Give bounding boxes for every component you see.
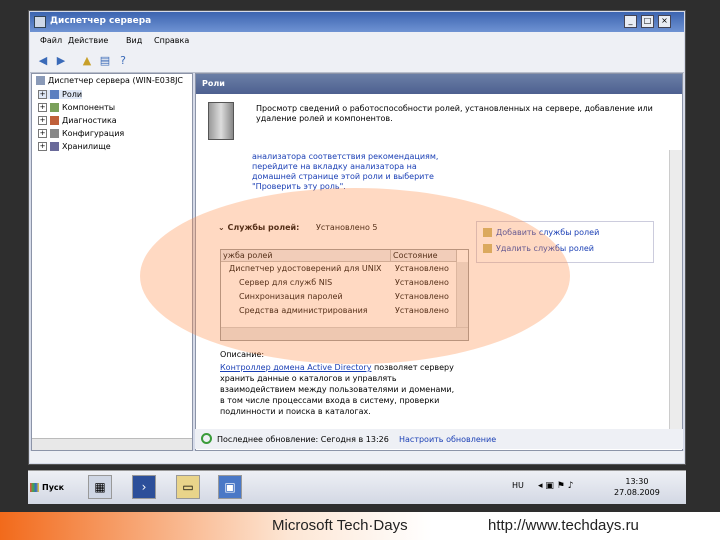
language-indicator[interactable]: HU	[512, 481, 524, 490]
diagnostics-icon	[50, 116, 59, 125]
tree-item-storage[interactable]: + Хранилище	[38, 142, 111, 151]
network-icon[interactable]: ▣	[545, 481, 554, 491]
menu-help[interactable]: Справка	[154, 36, 189, 45]
column-header-service[interactable]: ужба ролей	[221, 250, 391, 262]
taskbar: Пуск ▦ › ▭ ▣ HU ◂ ▣ ⚑ ♪ 13:30 27.08.2009	[28, 470, 686, 504]
app-icon	[34, 16, 46, 28]
start-button[interactable]: Пуск	[30, 477, 72, 499]
add-role-services-link[interactable]: Добавить службы ролей	[483, 228, 599, 237]
expand-icon[interactable]: +	[38, 103, 47, 112]
tree-root[interactable]: Диспетчер сервера (WIN-E038JC	[36, 76, 183, 85]
tree-root-label: Диспетчер сервера (WIN-E038JC	[48, 76, 184, 85]
maximize-button[interactable]: □	[641, 15, 654, 28]
pane-header: Роли	[196, 74, 682, 94]
role-services-table: ужба ролей Состояние Диспетчер удостовер…	[220, 249, 469, 341]
menu-bar: Файл Действие Вид Справка	[30, 32, 684, 50]
volume-icon[interactable]: ♪	[568, 481, 574, 491]
table-row[interactable]: Сервер для служб NIS	[239, 278, 332, 287]
window-title: Диспетчер сервера	[50, 16, 152, 26]
remove-services-icon	[483, 244, 492, 253]
close-button[interactable]: ×	[658, 15, 671, 28]
tree-item-configuration[interactable]: + Конфигурация	[38, 129, 124, 138]
toolbar: ◀ ▶ ▲ ▤ ?	[30, 50, 684, 73]
help-icon[interactable]: ?	[116, 54, 130, 68]
table-vertical-scrollbar[interactable]	[456, 262, 468, 328]
title-bar[interactable]: Диспетчер сервера _ □ ×	[30, 12, 684, 32]
menu-file[interactable]: Файл	[40, 36, 62, 45]
tree-item-label: Конфигурация	[62, 129, 125, 138]
minimize-button[interactable]: _	[624, 15, 637, 28]
table-horizontal-scrollbar[interactable]	[221, 327, 468, 340]
explorer-folder-icon[interactable]: ▭	[176, 475, 200, 499]
pane-title: Роли	[202, 79, 225, 88]
refresh-icon[interactable]	[201, 433, 212, 444]
properties-icon[interactable]: ▤	[98, 54, 112, 68]
features-icon	[50, 103, 59, 112]
expand-icon[interactable]: +	[38, 116, 47, 125]
ad-domain-controller-link[interactable]: Контроллер домена Active Directory	[220, 363, 371, 372]
menu-action[interactable]: Действие	[68, 36, 108, 45]
clock-date: 27.08.2009	[614, 488, 660, 497]
tray-arrow-icon[interactable]: ◂	[538, 481, 543, 491]
configuration-icon	[50, 129, 59, 138]
expand-icon[interactable]: +	[38, 142, 47, 151]
server-tower-icon	[208, 102, 234, 140]
footer-brand: Microsoft Tech·Days	[272, 517, 408, 534]
status-bar: Последнее обновление: Сегодня в 13:26 На…	[195, 429, 683, 449]
table-row[interactable]: Синхронизация паролей	[239, 292, 343, 301]
expand-icon[interactable]: +	[38, 90, 47, 99]
column-header-status[interactable]: Состояние	[391, 250, 457, 262]
table-row-status: Установлено	[395, 278, 449, 287]
tree-item-label: Компоненты	[62, 103, 116, 112]
tree-item-label: Хранилище	[62, 142, 111, 151]
navigation-tree: Диспетчер сервера (WIN-E038JC + Роли + Ком…	[31, 73, 193, 451]
powershell-icon[interactable]: ›	[132, 475, 156, 499]
footer-url: http://www.techdays.ru	[488, 517, 639, 534]
server-manager-window: Диспетчер сервера _ □ × Файл Действие Ви…	[28, 10, 686, 465]
tree-horizontal-scrollbar[interactable]	[32, 438, 192, 450]
table-row-status: Установлено	[395, 292, 449, 301]
menu-view[interactable]: Вид	[126, 36, 142, 45]
pane-vertical-scrollbar[interactable]	[669, 150, 682, 440]
configure-refresh-link[interactable]: Настроить обновление	[399, 435, 496, 444]
roles-icon	[50, 90, 59, 99]
tree-item-roles[interactable]: + Роли	[38, 90, 83, 99]
role-services-header[interactable]: ⌄ Службы ролей: Установлено 5	[216, 222, 451, 236]
expand-icon[interactable]: +	[38, 129, 47, 138]
presentation-footer: Microsoft Tech·Days http://www.techdays.…	[0, 512, 720, 540]
roles-pane: Роли Просмотр сведений о работоспособнос…	[195, 73, 683, 451]
forward-arrow-icon[interactable]: ▶	[54, 54, 68, 68]
role-services-count: Установлено 5	[316, 223, 378, 232]
last-update-text: Последнее обновление: Сегодня в 13:26	[217, 435, 389, 444]
up-folder-icon[interactable]: ▲	[80, 54, 94, 68]
tree-item-diagnostics[interactable]: + Диагностика	[38, 116, 117, 125]
table-row[interactable]: Диспетчер удостоверений для UNIX	[229, 264, 382, 273]
role-tasks-panel: Добавить службы ролей Удалить службы рол…	[476, 221, 654, 263]
add-services-icon	[483, 228, 492, 237]
back-arrow-icon[interactable]: ◀	[36, 54, 50, 68]
system-tray: ◂ ▣ ⚑ ♪	[538, 481, 574, 491]
window-status-strip	[30, 451, 684, 463]
clock-time: 13:30	[625, 477, 649, 486]
analyzer-hint: анализатора соответствия рекомендациям, …	[252, 152, 439, 191]
table-row[interactable]: Средства администрирования	[239, 306, 368, 315]
windows-logo-icon	[30, 483, 39, 492]
server-manager-active-icon[interactable]: ▣	[218, 475, 242, 499]
pane-description: Просмотр сведений о работоспособности ро…	[256, 104, 653, 123]
action-center-icon[interactable]: ⚑	[557, 481, 565, 491]
tree-item-label: Роли	[62, 90, 83, 99]
description-label: Описание:	[220, 350, 265, 359]
tree-item-features[interactable]: + Компоненты	[38, 103, 115, 112]
remove-role-services-link[interactable]: Удалить службы ролей	[483, 244, 594, 253]
tree-item-label: Диагностика	[62, 116, 117, 125]
server-manager-taskbar-icon[interactable]: ▦	[88, 475, 112, 499]
table-row-status: Установлено	[395, 306, 449, 315]
role-services-title: ⌄ Службы ролей:	[218, 223, 300, 232]
server-icon	[36, 76, 45, 85]
table-row-status: Установлено	[395, 264, 449, 273]
storage-icon	[50, 142, 59, 151]
clock[interactable]: 13:30 27.08.2009	[614, 476, 660, 498]
description-text: Контроллер домена Active Directory позво…	[220, 363, 455, 416]
